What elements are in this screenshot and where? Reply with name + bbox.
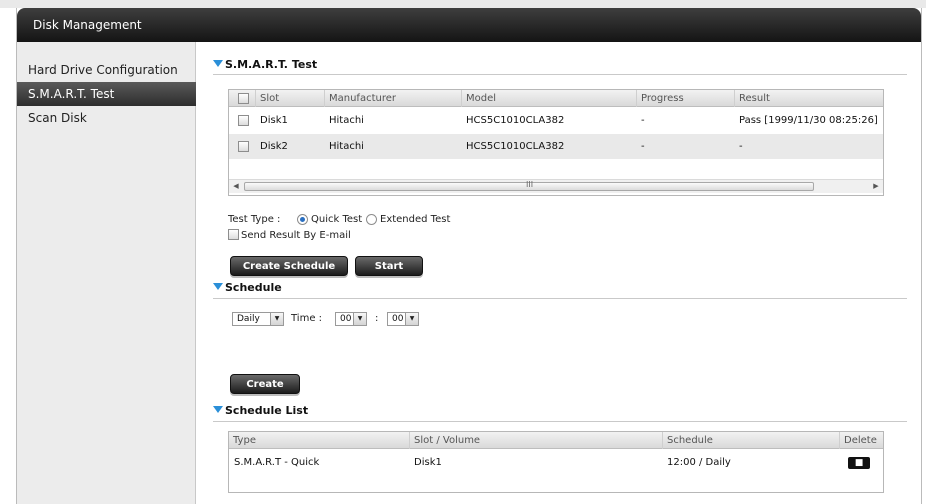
disk-management-window: Disk Management Hard Drive Configuration… (16, 8, 922, 504)
trash-icon[interactable]: ■ (848, 457, 870, 469)
column-manufacturer[interactable]: Manufacturer (324, 90, 396, 107)
triangle-down-icon (213, 60, 223, 67)
frequency-value: Daily (237, 314, 260, 324)
send-email-checkbox[interactable] (228, 229, 239, 240)
sidebar-item-hard-drive-configuration[interactable]: Hard Drive Configuration (17, 58, 196, 82)
column-type[interactable]: Type (229, 432, 256, 449)
scroll-grip: III (526, 180, 534, 189)
frequency-select[interactable]: Daily ▼ (232, 312, 284, 326)
schedule-heading: Schedule (213, 281, 282, 295)
table-row[interactable]: S.M.A.R.T - Quick Disk1 12:00 / Daily ■ (229, 450, 883, 475)
start-button[interactable]: Start (355, 256, 423, 276)
section-divider (213, 421, 907, 422)
extended-test-radio[interactable] (366, 214, 377, 225)
column-slot-volume[interactable]: Slot / Volume (409, 432, 480, 449)
table-header: Slot Manufacturer Model Progress Result (229, 90, 883, 107)
select-all-checkbox[interactable] (238, 93, 249, 104)
dropdown-arrow-icon[interactable]: ▼ (353, 313, 366, 325)
smart-test-heading: S.M.A.R.T. Test (213, 58, 317, 72)
extended-test-label[interactable]: Extended Test (380, 214, 450, 225)
top-strip (0, 0, 926, 8)
dropdown-arrow-icon[interactable]: ▼ (270, 313, 283, 325)
column-slot[interactable]: Slot (255, 90, 279, 107)
quick-test-label[interactable]: Quick Test (311, 214, 362, 225)
cell-progress: - (641, 115, 645, 126)
scroll-left-icon[interactable]: ◀ (229, 180, 243, 193)
cell-result: Pass [1999/11/30 08:25:26] (739, 115, 878, 126)
cell-slot-volume: Disk1 (414, 457, 442, 468)
window-title: Disk Management (33, 18, 142, 32)
cell-model: HCS5C1010CLA382 (466, 141, 565, 152)
row-checkbox[interactable] (238, 115, 249, 126)
table-header: Type Slot / Volume Schedule Delete (229, 432, 883, 449)
triangle-down-icon (213, 406, 223, 413)
minute-select[interactable]: 00 ▼ (387, 312, 419, 326)
column-progress[interactable]: Progress (636, 90, 684, 107)
create-schedule-button[interactable]: Create Schedule (230, 256, 348, 276)
cell-model: HCS5C1010CLA382 (466, 115, 565, 126)
smart-disk-table: Slot Manufacturer Model Progress Result … (228, 89, 884, 196)
minute-value: 00 (392, 314, 404, 324)
section-divider (213, 298, 907, 299)
cell-manufacturer: Hitachi (329, 115, 364, 126)
triangle-down-icon (213, 283, 223, 290)
create-button[interactable]: Create (230, 374, 300, 394)
time-separator: : (375, 313, 379, 324)
table-row[interactable]: Disk1 Hitachi HCS5C1010CLA382 - Pass [19… (229, 108, 883, 133)
cell-slot: Disk1 (260, 115, 288, 126)
cell-type: S.M.A.R.T - Quick (234, 457, 320, 468)
table-row[interactable]: Disk2 Hitachi HCS5C1010CLA382 - - (229, 134, 883, 159)
section-divider (213, 74, 907, 75)
sidebar-item-scan-disk[interactable]: Scan Disk (17, 106, 196, 130)
schedule-list-heading-label: Schedule List (225, 404, 309, 417)
time-label: Time : (291, 313, 323, 324)
scroll-thumb[interactable]: III (244, 180, 814, 191)
column-delete[interactable]: Delete (839, 432, 877, 449)
column-schedule[interactable]: Schedule (662, 432, 713, 449)
dropdown-arrow-icon[interactable]: ▼ (405, 313, 418, 325)
quick-test-radio[interactable] (297, 214, 308, 225)
smart-test-heading-label: S.M.A.R.T. Test (225, 58, 318, 71)
row-checkbox[interactable] (238, 141, 249, 152)
sidebar: Hard Drive Configuration S.M.A.R.T. Test… (17, 42, 196, 504)
column-result[interactable]: Result (734, 90, 770, 107)
cell-result: - (739, 141, 743, 152)
main-content: S.M.A.R.T. Test Slot Manufacturer Model … (197, 42, 921, 504)
schedule-list-table: Type Slot / Volume Schedule Delete S.M.A… (228, 431, 884, 493)
scroll-right-icon[interactable]: ▶ (869, 180, 883, 193)
schedule-heading-label: Schedule (225, 281, 282, 294)
cell-schedule: 12:00 / Daily (667, 457, 731, 468)
schedule-list-heading: Schedule List (213, 404, 308, 418)
horizontal-scrollbar[interactable]: ◀ III ▶ (229, 179, 883, 193)
sidebar-item-smart-test[interactable]: S.M.A.R.T. Test (17, 82, 196, 106)
send-email-label[interactable]: Send Result By E-mail (241, 230, 351, 241)
cell-manufacturer: Hitachi (329, 141, 364, 152)
hour-value: 00 (340, 314, 352, 324)
cell-progress: - (641, 141, 645, 152)
column-model[interactable]: Model (461, 90, 496, 107)
hour-select[interactable]: 00 ▼ (335, 312, 367, 326)
cell-slot: Disk2 (260, 141, 288, 152)
test-type-label: Test Type : (228, 214, 281, 225)
window-titlebar: Disk Management (17, 8, 921, 42)
